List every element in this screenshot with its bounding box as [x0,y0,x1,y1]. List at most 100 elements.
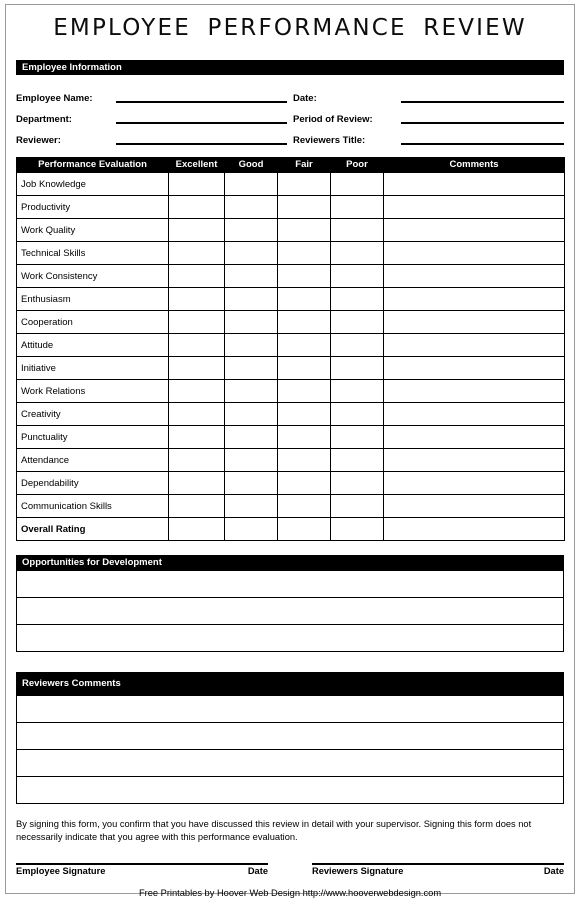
rating-cell-comments[interactable] [383,241,565,266]
overall-excellent[interactable] [168,517,225,542]
field-input-period-of-review[interactable] [401,121,564,125]
rating-cell-comments[interactable] [383,195,565,220]
rating-cell-excellent[interactable] [168,448,225,473]
reviewers-comment-row [16,775,564,804]
rating-cell-fair[interactable] [277,356,331,381]
rating-cell-fair[interactable] [277,310,331,335]
rating-cell-good[interactable] [224,494,278,519]
rating-cell-poor[interactable] [330,241,384,266]
rating-cell-good[interactable] [224,379,278,404]
field-input-reviewer[interactable] [116,142,287,146]
rating-cell-excellent[interactable] [168,425,225,450]
rating-cell-comments[interactable] [383,494,565,519]
rating-cell-good[interactable] [224,448,278,473]
employee-information-right-column: Date: Period of Review: Reviewers Title: [287,83,564,146]
rating-cell-comments[interactable] [383,264,565,289]
overall-poor[interactable] [330,517,384,542]
rating-cell-good[interactable] [224,241,278,266]
rating-cell-excellent[interactable] [168,264,225,289]
development-line[interactable] [16,570,564,599]
rating-cell-fair[interactable] [277,195,331,220]
rating-cell-comments[interactable] [383,379,565,404]
overall-comments[interactable] [383,517,565,542]
reviewers-comment-line[interactable] [16,748,564,777]
rating-cell-comments[interactable] [383,287,565,312]
rating-cell-poor[interactable] [330,379,384,404]
reviewer-signature-date-label: Date [543,865,564,876]
rating-cell-good[interactable] [224,356,278,381]
rating-cell-excellent[interactable] [168,471,225,496]
overall-good[interactable] [224,517,278,542]
rating-cell-comments[interactable] [383,310,565,335]
overall-fair[interactable] [277,517,331,542]
rating-cell-poor[interactable] [330,195,384,220]
rating-cell-poor[interactable] [330,448,384,473]
rating-cell-excellent[interactable] [168,379,225,404]
rating-cell-comments[interactable] [383,425,565,450]
rating-cell-fair[interactable] [277,218,331,243]
criterion-label: Work Consistency [16,264,169,289]
rating-cell-poor[interactable] [330,471,384,496]
rating-cell-excellent[interactable] [168,333,225,358]
rating-cell-poor[interactable] [330,287,384,312]
rating-cell-excellent[interactable] [168,402,225,427]
rating-cell-good[interactable] [224,218,278,243]
rating-cell-excellent[interactable] [168,218,225,243]
rating-cell-good[interactable] [224,264,278,289]
field-label-date: Date: [293,92,317,104]
rating-cell-poor[interactable] [330,264,384,289]
rating-cell-poor[interactable] [330,425,384,450]
rating-cell-good[interactable] [224,310,278,335]
rating-cell-excellent[interactable] [168,310,225,335]
criterion-label: Technical Skills [16,241,169,266]
field-input-date[interactable] [401,100,564,104]
field-input-reviewers-title[interactable] [401,142,564,146]
rating-cell-poor[interactable] [330,310,384,335]
rating-cell-comments[interactable] [383,218,565,243]
rating-cell-fair[interactable] [277,333,331,358]
field-input-department[interactable] [116,121,287,125]
rating-cell-comments[interactable] [383,356,565,381]
rating-cell-comments[interactable] [383,402,565,427]
rating-cell-good[interactable] [224,471,278,496]
field-input-employee-name[interactable] [116,100,287,104]
development-row [16,570,564,599]
rating-cell-good[interactable] [224,402,278,427]
reviewers-comment-line[interactable] [16,721,564,750]
rating-cell-comments[interactable] [383,172,565,197]
rating-cell-fair[interactable] [277,425,331,450]
rating-cell-excellent[interactable] [168,241,225,266]
rating-cell-poor[interactable] [330,494,384,519]
rating-cell-fair[interactable] [277,172,331,197]
rating-cell-comments[interactable] [383,471,565,496]
rating-cell-fair[interactable] [277,379,331,404]
rating-cell-comments[interactable] [383,448,565,473]
rating-cell-excellent[interactable] [168,287,225,312]
reviewers-comment-line[interactable] [16,775,564,804]
rating-cell-poor[interactable] [330,402,384,427]
rating-cell-good[interactable] [224,287,278,312]
rating-cell-excellent[interactable] [168,172,225,197]
rating-cell-good[interactable] [224,195,278,220]
rating-cell-good[interactable] [224,333,278,358]
rating-cell-poor[interactable] [330,356,384,381]
rating-cell-comments[interactable] [383,333,565,358]
rating-cell-good[interactable] [224,425,278,450]
rating-cell-fair[interactable] [277,287,331,312]
rating-cell-poor[interactable] [330,218,384,243]
rating-cell-good[interactable] [224,172,278,197]
rating-cell-poor[interactable] [330,172,384,197]
rating-cell-fair[interactable] [277,264,331,289]
development-line[interactable] [16,597,564,626]
development-line[interactable] [16,624,564,653]
rating-cell-excellent[interactable] [168,195,225,220]
rating-cell-poor[interactable] [330,333,384,358]
rating-cell-excellent[interactable] [168,494,225,519]
rating-cell-excellent[interactable] [168,356,225,381]
reviewers-comment-line[interactable] [16,694,564,723]
rating-cell-fair[interactable] [277,241,331,266]
rating-cell-fair[interactable] [277,494,331,519]
rating-cell-fair[interactable] [277,402,331,427]
rating-cell-fair[interactable] [277,471,331,496]
rating-cell-fair[interactable] [277,448,331,473]
